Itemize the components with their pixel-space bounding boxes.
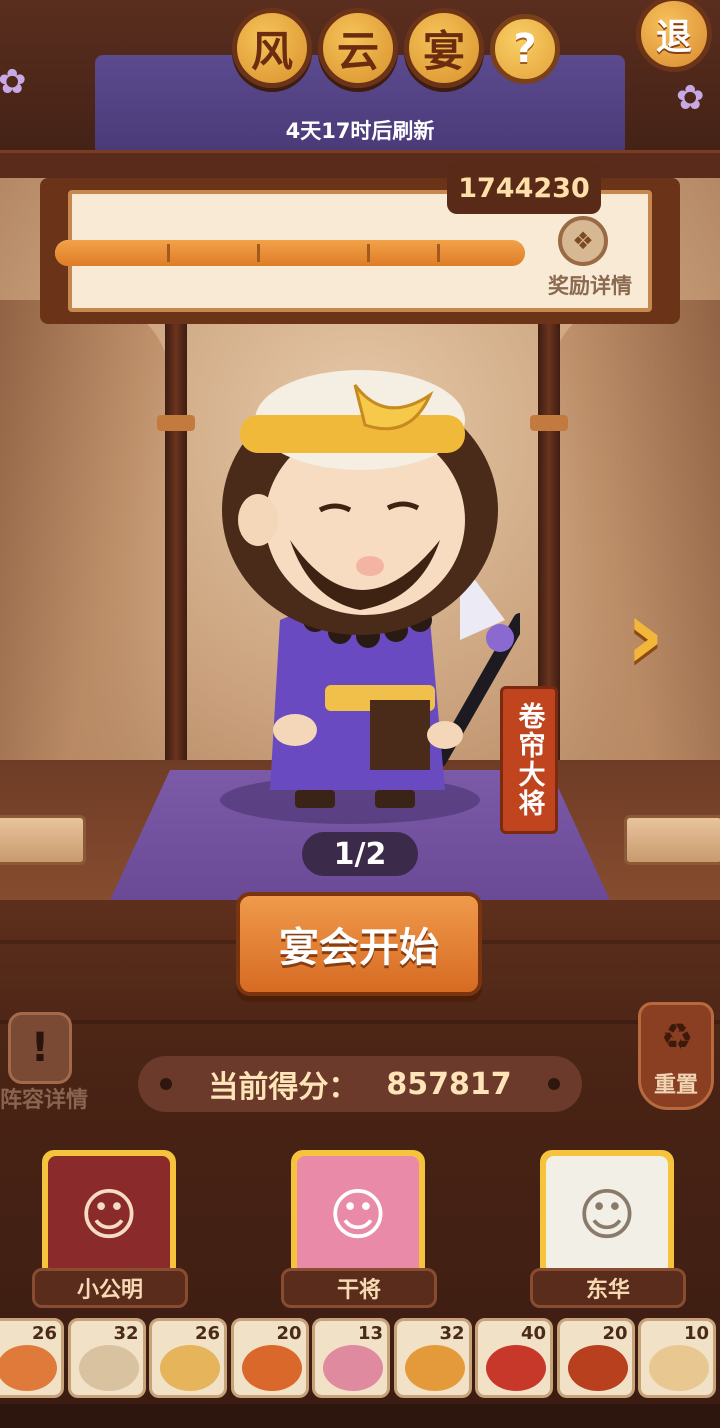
dish-icon — [323, 1345, 383, 1391]
exclamation-icon: ! — [8, 1012, 72, 1084]
progress-tick — [437, 244, 440, 262]
dish-inventory: 26 32 26 20 13 32 40 20 10 — [0, 1318, 720, 1402]
hero-portrait: ☺ — [48, 1156, 170, 1274]
dish-icon — [78, 1345, 139, 1391]
dish-slot[interactable]: 20 — [230, 1318, 309, 1398]
title-char: 云 — [318, 8, 398, 88]
title-char: 宴 — [404, 8, 484, 88]
dish-count: 20 — [602, 1323, 628, 1344]
target-score: 1744230 — [447, 162, 601, 214]
hero-card[interactable]: ☺ 东华 — [530, 1150, 690, 1310]
hero-name: 干将 — [281, 1268, 437, 1308]
dish-icon — [0, 1345, 57, 1391]
progress-tick — [367, 244, 370, 262]
roof-beam — [0, 150, 720, 178]
dish-slot[interactable]: 10 — [638, 1318, 716, 1398]
dish-slot[interactable]: 20 — [556, 1318, 635, 1398]
character-sprite[interactable] — [200, 370, 520, 830]
dish-slot[interactable]: 26 — [149, 1318, 227, 1398]
dish-slot[interactable]: 13 — [312, 1318, 390, 1398]
dish-count: 40 — [520, 1323, 546, 1344]
game-scene: ✿ ✿ 风 云 宴 ? 退 4天17时后刷新 1744230 ❖ 奖励详情 › … — [0, 0, 720, 1428]
dish-count: 26 — [194, 1323, 220, 1344]
character-name-banner: 卷帘大将 — [500, 686, 558, 834]
title-char: 风 — [232, 8, 312, 88]
hero-portrait: ☺ — [546, 1156, 668, 1274]
stool-left — [0, 815, 86, 865]
progress-tick — [167, 244, 170, 262]
stool-right — [624, 815, 720, 865]
reward-bag-icon[interactable]: ❖ — [558, 216, 608, 266]
dish-slot[interactable]: 40 — [475, 1318, 553, 1398]
dish-icon — [567, 1345, 628, 1391]
reset-button[interactable]: ♻ 重置 — [638, 1002, 714, 1110]
question-mark-icon: ? — [513, 26, 537, 72]
start-banquet-button[interactable]: 宴会开始 — [236, 892, 482, 996]
bottom-strip — [0, 1404, 720, 1428]
hero-card[interactable]: ☺ 小公明 — [32, 1150, 192, 1310]
curtain-right — [550, 300, 720, 770]
score-value: 857817 — [386, 1066, 512, 1102]
dish-slot[interactable]: 32 — [67, 1318, 146, 1398]
reset-label: 重置 — [653, 1073, 698, 1098]
score-progress-bar — [55, 240, 525, 266]
flower-icon: ✿ — [0, 62, 27, 102]
dish-icon — [649, 1345, 709, 1391]
dish-count: 26 — [31, 1323, 57, 1344]
next-character-arrow[interactable]: › — [610, 579, 680, 691]
page-indicator: 1/2 — [302, 832, 418, 876]
hero-card[interactable]: ☺ 干将 — [281, 1150, 441, 1310]
help-button[interactable]: ? — [490, 14, 560, 84]
hero-name: 小公明 — [32, 1268, 188, 1308]
recycle-icon: ♻ — [660, 1017, 694, 1058]
dish-slot[interactable]: 26 — [0, 1318, 64, 1398]
dish-count: 13 — [357, 1323, 383, 1344]
hero-name: 东华 — [530, 1268, 686, 1308]
dish-icon — [241, 1345, 302, 1391]
flower-icon: ✿ — [676, 78, 705, 118]
lineup-details-button[interactable]: ! 阵容详情 — [0, 1012, 96, 1113]
dish-icon — [486, 1345, 546, 1391]
score-label: 当前得分： — [208, 1070, 359, 1105]
dish-count: 20 — [276, 1323, 302, 1344]
curtain-left — [0, 300, 170, 770]
lineup-details-label: 阵容详情 — [0, 1088, 89, 1113]
dish-count: 32 — [439, 1323, 465, 1344]
refresh-countdown: 4天17时后刷新 — [285, 119, 435, 143]
reward-details-link[interactable]: 奖励详情 — [538, 270, 642, 300]
current-score-bar: 当前得分： 857817 — [138, 1056, 582, 1112]
dish-count: 32 — [113, 1323, 139, 1344]
dish-icon — [404, 1345, 465, 1391]
dish-count: 10 — [683, 1323, 709, 1344]
progress-tick — [257, 244, 260, 262]
score-progress-fill — [55, 240, 525, 266]
pillar-left — [157, 320, 195, 780]
dish-icon — [160, 1345, 220, 1391]
event-title: 风 云 宴 ? — [232, 8, 560, 88]
hero-portrait: ☺ — [297, 1156, 419, 1274]
dish-slot[interactable]: 32 — [393, 1318, 472, 1398]
